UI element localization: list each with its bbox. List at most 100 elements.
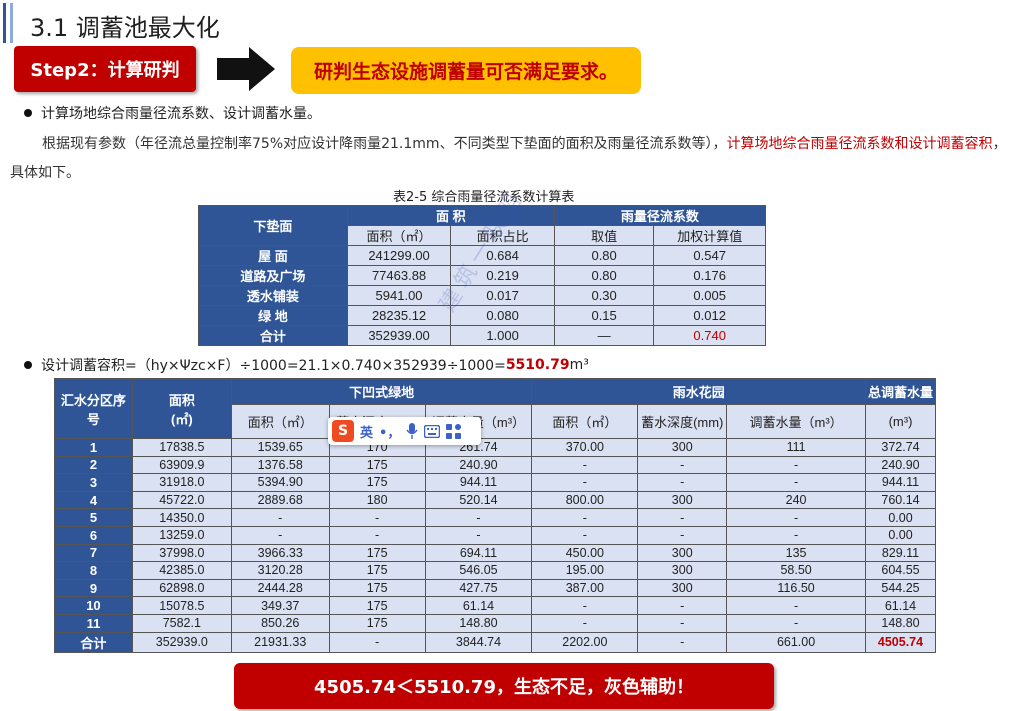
cell-area: 17838.5 — [131, 438, 232, 457]
cell-weighted: 0.547 — [653, 245, 766, 266]
table-row: 2 63909.9 1376.58 175 240.90- - -240.90 — [54, 455, 937, 475]
ime-language-toggle[interactable]: 英 — [360, 422, 373, 441]
header-area-unit: (㎡) — [170, 411, 193, 427]
cell-total-volume: 0.00 — [864, 525, 937, 545]
cell-zone: 10 — [54, 596, 133, 615]
cell-sunken-volume: 694.11 — [424, 543, 533, 563]
cell-rain-volume: 135 — [726, 543, 866, 563]
microphone-icon[interactable] — [406, 423, 418, 439]
cell-rain-area: 195.00 — [531, 561, 639, 580]
table-total-row: 合计 352939.00 1.000 — 0.740 — [198, 325, 766, 346]
table-row: 1 17838.5 1539.65 170 261.74 370.00 300 111 372.… — [54, 438, 937, 457]
cell-zone: 2 — [54, 455, 133, 475]
cell-rain-volume: - — [726, 473, 866, 492]
bullet-volume-unit: m³ — [569, 357, 589, 373]
cell-rain-depth: - — [637, 473, 728, 492]
cell-area: 352939.00 — [346, 325, 452, 346]
cell-sunken-volume: 61.14 — [424, 596, 533, 615]
header-sunken-green: 下凹式绿地 — [230, 378, 533, 405]
cell-sunken-area: 850.26 — [230, 613, 330, 633]
cell-sunken-volume: - — [424, 508, 533, 527]
cell-zone: 5 — [54, 508, 133, 527]
cell-area: 45722.0 — [131, 490, 232, 510]
cell-area: 62898.0 — [131, 578, 232, 598]
cell-total-volume: 760.14 — [864, 490, 937, 510]
cell-rain-depth: 300 — [637, 438, 728, 457]
para-normal-text: 根据现有参数（年径流总量控制率75%对应设计降雨量21.1mm、不同类型下垫面的… — [42, 136, 727, 152]
cell-rain-area: 370.00 — [531, 438, 639, 457]
subheader-rain-area: 面积（㎡） — [531, 404, 639, 439]
cell-total-volume: 829.11 — [864, 543, 937, 563]
cell-zone: 4 — [54, 490, 133, 510]
cell-rain-area: 800.00 — [531, 490, 639, 510]
row-label: 合计 — [198, 325, 348, 346]
cell-area: 28235.12 — [346, 305, 452, 326]
bullet-dot-icon — [24, 109, 32, 117]
cell-zone: 8 — [54, 561, 133, 580]
description-paragraph: 根据现有参数（年径流总量控制率75%对应设计降雨量21.1mm、不同类型下垫面的… — [10, 130, 1010, 188]
cell-total-volume: 148.80 — [864, 613, 937, 633]
cell-sunken-depth: 175 — [328, 596, 426, 615]
bullet-volume-value: 5510.79 — [505, 357, 570, 373]
cell-sunken-depth: - — [328, 525, 426, 545]
cell-sunken-volume: 520.14 — [424, 490, 533, 510]
cell-value: — — [553, 325, 655, 346]
bullet-calc: 计算场地综合雨量径流系数、设计调蓄水量。 — [24, 103, 321, 123]
cell-ratio: 0.080 — [450, 305, 555, 326]
bullet-dot-icon — [24, 361, 32, 369]
row-label: 屋 面 — [198, 245, 348, 266]
cell-sunken-area: - — [230, 508, 330, 527]
cell-area: 77463.88 — [346, 265, 452, 286]
cell-rain-volume: 111 — [726, 438, 866, 457]
cell-sunken-depth: 175 — [328, 578, 426, 598]
cell-zone: 9 — [54, 578, 133, 598]
result-conclusion-box: 4505.74＜5510.79，生态不足，灰色辅助！ — [234, 663, 774, 709]
cell-sunken-volume: 240.90 — [424, 455, 533, 475]
cell-ratio: 1.000 — [450, 325, 555, 346]
cell-weighted: 0.176 — [653, 265, 766, 286]
cell-sunken-depth: 175 — [328, 455, 426, 475]
cell-rain-depth: - — [637, 631, 728, 653]
ime-punctuation-toggle[interactable]: •， — [379, 422, 400, 441]
cell-rain-volume: - — [726, 613, 866, 633]
cell-total-volume: 4505.74 — [864, 631, 937, 653]
cell-rain-volume: - — [726, 508, 866, 527]
table-row: 透水铺装 5941.00 0.017 0.30 0.005 — [198, 285, 766, 306]
keyboard-icon[interactable] — [424, 424, 441, 438]
header-rain-garden: 雨水花园 — [531, 378, 866, 405]
header-total-volume: 总调蓄水量 — [864, 378, 937, 405]
cell-rain-volume: - — [726, 596, 866, 615]
cell-sunken-area: 21931.33 — [230, 631, 330, 653]
ime-logo-icon[interactable]: S — [332, 420, 354, 442]
header-coefficient: 雨量径流系数 — [553, 205, 767, 226]
cell-sunken-area: 2444.28 — [230, 578, 330, 598]
table-total-row: 合计 352939.0 21931.33 - 3844.74 2202.00 -… — [54, 631, 937, 653]
cell-value: 0.80 — [553, 265, 655, 286]
cell-rain-area: - — [531, 473, 639, 492]
cell-rain-area: 2202.00 — [531, 631, 639, 653]
ime-toolbar[interactable]: S 英 •， — [328, 417, 481, 445]
cell-weighted: 0.005 — [653, 285, 766, 306]
row-label: 绿 地 — [198, 305, 348, 326]
cell-rain-area: - — [531, 455, 639, 475]
para-highlight-text: 计算场地综合雨量径流系数和设计调蓄容积 — [726, 136, 993, 152]
subheader-total-unit: (m³) — [864, 404, 937, 439]
subheader-rain-volume: 调蓄水量（m³） — [726, 404, 866, 439]
cell-area: 7582.1 — [131, 613, 232, 633]
subheader-rain-depth: 蓄水深度(mm) — [637, 404, 728, 439]
cell-zone: 6 — [54, 525, 133, 545]
page-title: 3.1 调蓄池最大化 — [30, 14, 220, 42]
cell-rain-depth: - — [637, 596, 728, 615]
subheader-sunken-area: 面积（㎡） — [230, 404, 330, 439]
cell-rain-volume: 661.00 — [726, 631, 866, 653]
cell-area: 14350.0 — [131, 508, 232, 527]
header-area: 面积 (㎡) — [131, 378, 232, 439]
apps-grid-icon[interactable] — [446, 423, 462, 439]
cell-rain-depth: - — [637, 508, 728, 527]
cell-rain-area: 387.00 — [531, 578, 639, 598]
cell-sunken-depth: 180 — [328, 490, 426, 510]
cell-sunken-area: 349.37 — [230, 596, 330, 615]
cell-total-volume: 544.25 — [864, 578, 937, 598]
cell-area: 241299.00 — [346, 245, 452, 266]
cell-rain-depth: 300 — [637, 490, 728, 510]
